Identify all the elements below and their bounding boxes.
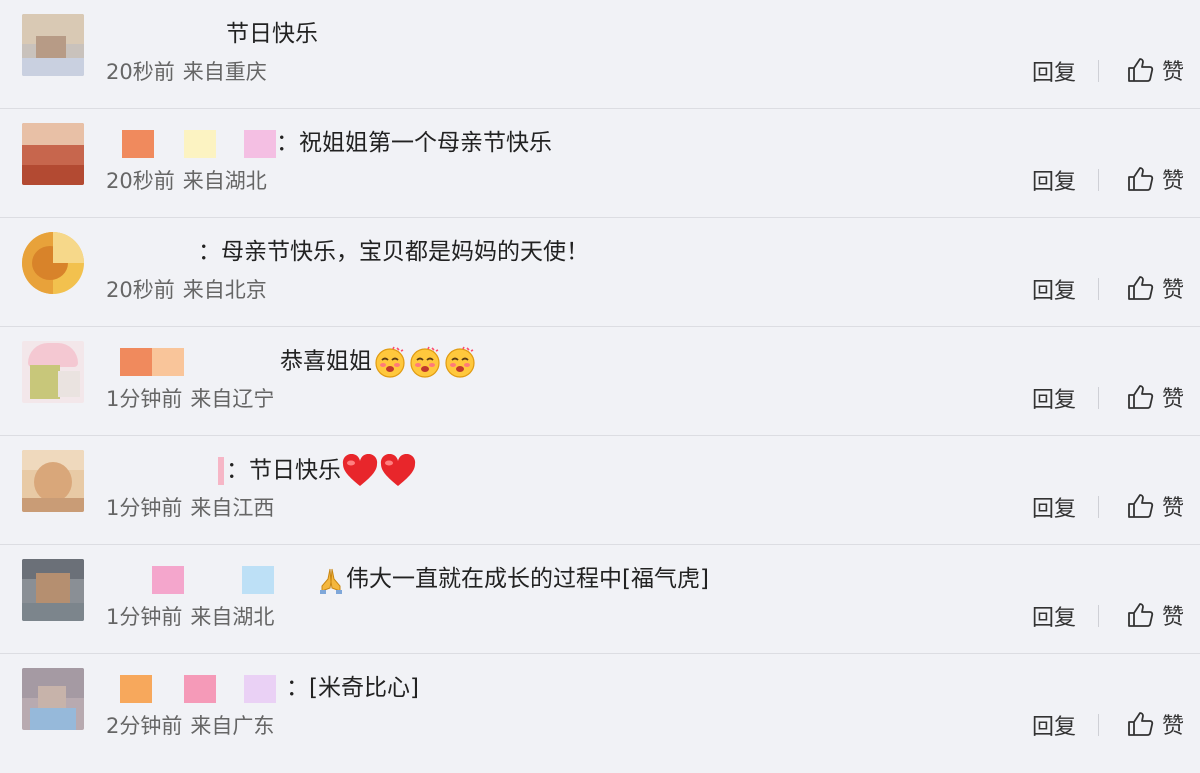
comment-meta: 20秒前 来自重庆 [106,56,267,86]
reply-button[interactable]: 回复 [1032,600,1076,632]
comment-time: 1分钟前 [106,387,183,411]
thumbs-up-icon [1128,712,1154,736]
comment-item: ：母亲节快乐，宝贝都是妈妈的天使！ 20秒前 来自北京 回复 赞 [0,218,1200,327]
divider [1098,387,1099,409]
comment-item: ：[米奇比心] 2分钟前 来自广东 回复 赞 [0,654,1200,763]
comment-text: ：母亲节快乐，宝贝都是妈妈的天使！ [198,239,589,265]
like-button[interactable]: 赞 [1126,54,1184,86]
blushing-face-icon [445,346,475,378]
comment-location: 来自辽宁 [190,387,275,411]
comment-location: 来自湖北 [190,605,275,629]
reply-button[interactable]: 回复 [1032,382,1076,414]
comment-item: 恭喜姐姐 1分钟前 来自辽宁 回复 赞 [0,327,1200,436]
like-label: 赞 [1161,169,1184,194]
comment-meta: 20秒前 来自湖北 [106,165,267,195]
comment-location: 来自重庆 [182,60,267,84]
comment-time: 20秒前 [106,60,175,84]
like-button[interactable]: 赞 [1126,490,1184,522]
avatar[interactable] [22,559,84,621]
avatar[interactable] [22,341,84,403]
reply-button[interactable]: 回复 [1032,273,1076,305]
divider [1098,60,1099,82]
comment-time: 20秒前 [106,278,175,302]
like-button[interactable]: 赞 [1126,599,1184,631]
avatar[interactable] [22,668,84,730]
like-label: 赞 [1161,605,1184,630]
comment-meta: 1分钟前 来自辽宁 [106,383,274,413]
comment-item: 节日快乐 20秒前 来自重庆 回复 赞 [0,0,1200,109]
divider [1098,496,1099,518]
comment-meta: 1分钟前 来自湖北 [106,601,274,631]
like-button[interactable]: 赞 [1126,708,1184,740]
thumbs-up-icon [1128,494,1154,518]
divider [1098,605,1099,627]
like-label: 赞 [1161,714,1184,739]
like-button[interactable]: 赞 [1126,272,1184,304]
like-button[interactable]: 赞 [1126,163,1184,195]
avatar[interactable] [22,14,84,76]
comment-time: 1分钟前 [106,496,183,520]
comment-time: 2分钟前 [106,714,183,738]
comment-location: 来自北京 [182,278,267,302]
thumbs-up-icon [1128,167,1154,191]
comment-location: 来自江西 [190,496,275,520]
comment-location: 来自广东 [190,714,275,738]
comment-time: 1分钟前 [106,605,183,629]
avatar[interactable] [22,123,84,185]
comment-item: ：节日快乐 1分钟前 来自江西 回复 赞 [0,436,1200,545]
divider [1098,714,1099,736]
like-label: 赞 [1161,278,1184,303]
comment-text: ：祝姐姐第一个母亲节快乐 [276,130,552,156]
reply-button[interactable]: 回复 [1032,164,1076,196]
comment-item: 伟大一直就在成长的过程中[福气虎] 1分钟前 来自湖北 回复 赞 [0,545,1200,654]
comment-text: 伟大一直就在成长的过程中[福气虎] [316,563,709,595]
like-label: 赞 [1161,496,1184,521]
like-label: 赞 [1161,60,1184,85]
avatar[interactable] [22,450,84,512]
comment-feed: 节日快乐 20秒前 来自重庆 回复 赞 ：祝姐姐第一个母亲节快乐 20秒前 来自湖北 [0,0,1200,773]
thumbs-up-icon [1128,276,1154,300]
like-label: 赞 [1161,387,1184,412]
heart-icon [380,454,416,486]
reply-button[interactable]: 回复 [1032,709,1076,741]
thumbs-up-icon [1128,385,1154,409]
comment-meta: 20秒前 来自北京 [106,274,267,304]
comment-item: ：祝姐姐第一个母亲节快乐 20秒前 来自湖北 回复 赞 [0,109,1200,218]
divider [1098,278,1099,300]
avatar[interactable] [22,232,84,294]
comment-text: 节日快乐 [226,21,318,47]
comment-text: ：节日快乐 [226,454,417,488]
reply-button[interactable]: 回复 [1032,491,1076,523]
comment-meta: 2分钟前 来自广东 [106,710,274,740]
reply-button[interactable]: 回复 [1032,55,1076,87]
comment-time: 20秒前 [106,169,175,193]
thumbs-up-icon [1128,603,1154,627]
comment-location: 来自湖北 [182,169,267,193]
thumbs-up-icon [1128,58,1154,82]
blushing-face-icon [375,346,405,378]
divider [1098,169,1099,191]
blushing-face-icon [410,346,440,378]
heart-icon [342,454,378,486]
comment-text: 恭喜姐姐 [280,345,477,379]
comment-meta: 1分钟前 来自江西 [106,492,274,522]
like-button[interactable]: 赞 [1126,381,1184,413]
praying-hands-icon [320,568,342,594]
comment-text: ：[米奇比心] [286,675,419,701]
